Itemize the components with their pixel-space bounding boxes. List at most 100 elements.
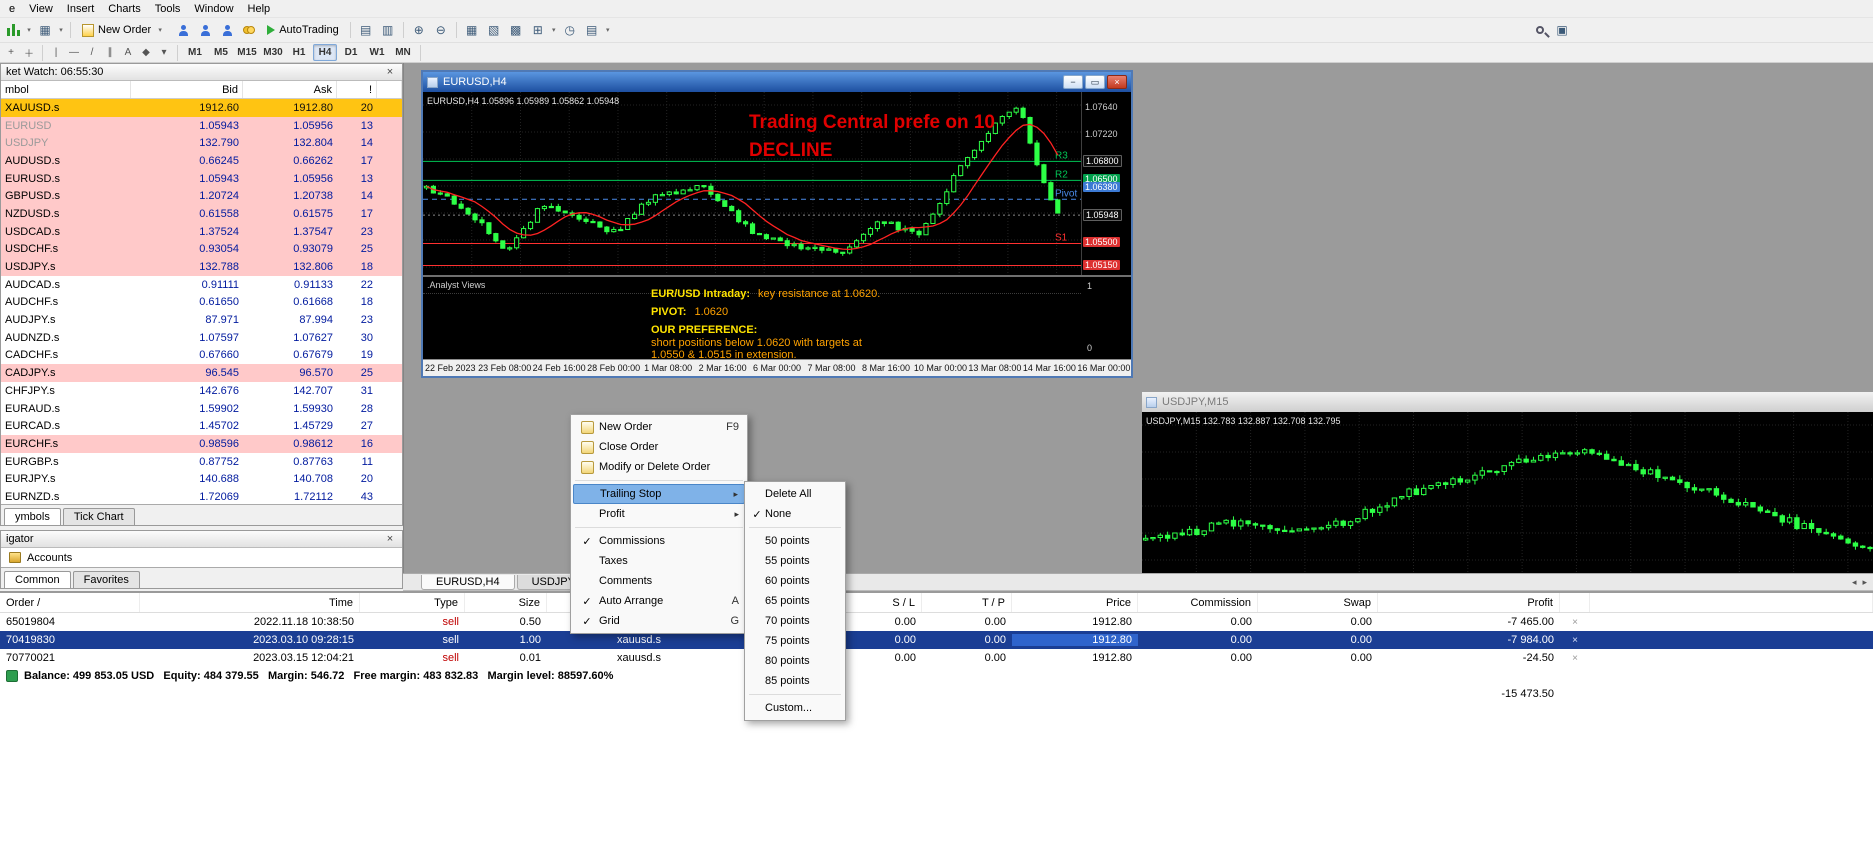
close-position-icon[interactable]: ×: [1560, 653, 1590, 664]
market-watch-col-bid[interactable]: Bid: [131, 81, 243, 98]
menu-view[interactable]: View: [22, 2, 60, 16]
menu-item-trailing-stop[interactable]: Trailing Stop▸: [573, 484, 745, 504]
menu-item-55-points[interactable]: 55 points: [747, 551, 843, 571]
signals-icon[interactable]: [216, 20, 238, 40]
close-position-icon[interactable]: ×: [1560, 617, 1590, 628]
timeframe-h4[interactable]: H4: [313, 44, 337, 61]
horizontal-line-icon[interactable]: —: [65, 45, 83, 61]
menu-help[interactable]: Help: [241, 2, 278, 16]
terminal-col-t-p[interactable]: T / P: [922, 593, 1012, 612]
menu-item-commissions[interactable]: ✓Commissions: [573, 531, 745, 551]
market-watch-row-eurchf-s[interactable]: EURCHF.s0.985960.9861216: [1, 435, 402, 453]
community-icon[interactable]: [194, 20, 216, 40]
time-axis[interactable]: 22 Feb 202323 Feb 08:0024 Feb 16:0028 Fe…: [423, 359, 1131, 376]
navigator-tab-common[interactable]: Common: [4, 571, 71, 588]
market-watch-row-eurjpy-s[interactable]: EURJPY.s140.688140.70820: [1, 470, 402, 488]
menu-item-delete-all[interactable]: Delete All: [747, 484, 843, 504]
trendline-icon[interactable]: /: [83, 45, 101, 61]
vertical-line-icon[interactable]: |: [47, 45, 65, 61]
eurusd-chart-area[interactable]: R3R2PivotS1 EURUSD,H4 1.05896 1.05989 1.…: [423, 92, 1131, 376]
new-chart-dropdown-icon[interactable]: ▾: [24, 20, 34, 40]
market-watch-row-nzdusd-s[interactable]: NZDUSD.s0.615580.6157517: [1, 205, 402, 223]
market-watch-row-usdchf-s[interactable]: USDCHF.s0.930540.9307925: [1, 241, 402, 259]
order-row-65019804[interactable]: 650198042022.11.18 10:38:50sell0.500.000…: [0, 613, 1873, 631]
menu-item-85-points[interactable]: 85 points: [747, 671, 843, 691]
timeframe-w1[interactable]: W1: [365, 44, 389, 61]
timeframe-h1[interactable]: H1: [287, 44, 311, 61]
market-watch-row-eurusd-s[interactable]: EURUSD.s1.059431.0595613: [1, 170, 402, 188]
menu-item-70-points[interactable]: 70 points: [747, 611, 843, 631]
market-watch-tab-tick-chart[interactable]: Tick Chart: [63, 508, 135, 525]
chart-grid-icon[interactable]: ⊞: [527, 20, 549, 40]
chart-window-usdjpy[interactable]: USDJPY,M15 USDJPY,M15 132.783 132.887 13…: [1140, 390, 1873, 573]
toolbox-panel-icon[interactable]: ▣: [1551, 20, 1573, 40]
templates-icon[interactable]: ▤: [581, 20, 603, 40]
timeframe-m1[interactable]: M1: [183, 44, 207, 61]
market-watch-col-item[interactable]: !: [337, 81, 377, 98]
channel-icon[interactable]: ∥: [101, 45, 119, 61]
candlestick-plot-usdjpy[interactable]: [1142, 412, 1873, 573]
terminal-col-time[interactable]: Time: [140, 593, 360, 612]
tab-scroll-left-icon[interactable]: ◂: [1852, 577, 1857, 588]
new-chart-icon[interactable]: [2, 20, 24, 40]
menu-tools[interactable]: Tools: [148, 2, 188, 16]
search-icon[interactable]: [1529, 20, 1551, 40]
history-center-icon[interactable]: ◷: [559, 20, 581, 40]
market-watch-row-audcad-s[interactable]: AUDCAD.s0.911110.9113322: [1, 276, 402, 294]
close-position-icon[interactable]: ×: [1560, 635, 1590, 646]
market-watch-row-usdjpy[interactable]: USDJPY132.790132.80414: [1, 134, 402, 152]
indicators-list-icon[interactable]: ▤: [355, 20, 377, 40]
zoom-out-icon[interactable]: ⊖: [430, 20, 452, 40]
order-row-70419830[interactable]: 704198302023.03.10 09:28:15sell1.00xauus…: [0, 631, 1873, 649]
balance-row[interactable]: Balance: 499 853.05 USD Equity: 484 379.…: [0, 667, 1873, 685]
menu-charts[interactable]: Charts: [101, 2, 147, 16]
menu-item-none[interactable]: ✓None: [747, 504, 843, 524]
profiles-icon[interactable]: ▦: [34, 20, 56, 40]
menu-insert[interactable]: Insert: [60, 2, 102, 16]
profiles-dropdown-icon[interactable]: ▾: [56, 20, 66, 40]
autotrading-button[interactable]: AutoTrading: [260, 20, 346, 41]
menu-window[interactable]: Window: [187, 2, 240, 16]
usdjpy-chart-area[interactable]: USDJPY,M15 132.783 132.887 132.708 132.7…: [1142, 412, 1873, 573]
shapes-icon[interactable]: ◆: [137, 45, 155, 61]
terminal-col-price[interactable]: Price: [1012, 593, 1138, 612]
market-watch-row-eurcad-s[interactable]: EURCAD.s1.457021.4572927: [1, 417, 402, 435]
market-watch-col-ask[interactable]: Ask: [243, 81, 337, 98]
coins-icon[interactable]: [238, 20, 260, 40]
market-watch-row-cadchf-s[interactable]: CADCHF.s0.676600.6767919: [1, 347, 402, 365]
market-watch-row-eurusd[interactable]: EURUSD1.059431.0595613: [1, 117, 402, 135]
close-button[interactable]: ×: [1107, 75, 1127, 89]
eurusd-titlebar[interactable]: EURUSD,H4 − ▭ ×: [423, 72, 1131, 92]
menu-item-new-order[interactable]: New OrderF9: [573, 417, 745, 437]
terminal-col-size[interactable]: Size: [465, 593, 547, 612]
close-icon[interactable]: ×: [383, 533, 397, 545]
crosshair-icon[interactable]: ＋: [20, 45, 38, 61]
close-icon[interactable]: ×: [383, 66, 397, 78]
text-label-icon[interactable]: A: [119, 45, 137, 61]
price-scale[interactable]: 1.076401.072201.068001.065001.063801.059…: [1082, 92, 1131, 275]
navigator-titlebar[interactable]: igator ×: [1, 531, 402, 548]
market-watch-row-eurgbp-s[interactable]: EURGBP.s0.877520.8776311: [1, 453, 402, 471]
menu-item-custom[interactable]: Custom...: [747, 698, 843, 718]
menu-item-60-points[interactable]: 60 points: [747, 571, 843, 591]
objects-list-icon[interactable]: ▥: [377, 20, 399, 40]
market-watch-row-gbpusd-s[interactable]: GBPUSD.s1.207241.2073814: [1, 187, 402, 205]
order-row-70770021[interactable]: 707700212023.03.15 12:04:21sell0.01xauus…: [0, 649, 1873, 667]
market-watch-row-eurnzd-s[interactable]: EURNZD.s1.720691.7211243: [1, 488, 402, 504]
market-watch-row-chfjpy-s[interactable]: CHFJPY.s142.676142.70731: [1, 382, 402, 400]
cursor-icon[interactable]: +: [2, 45, 20, 61]
navigator-tab-favorites[interactable]: Favorites: [73, 571, 140, 588]
chart-window-eurusd[interactable]: EURUSD,H4 − ▭ × R3R2PivotS1 EURUSD,H4 1.…: [421, 70, 1133, 378]
menu-item-65-points[interactable]: 65 points: [747, 591, 843, 611]
market-watch-row-cadjpy-s[interactable]: CADJPY.s96.54596.57025: [1, 364, 402, 382]
market-watch-row-audusd-s[interactable]: AUDUSD.s0.662450.6626217: [1, 152, 402, 170]
tile-windows-icon[interactable]: ▦: [461, 20, 483, 40]
templates-dropdown-icon[interactable]: ▾: [603, 20, 613, 40]
terminal-col-commission[interactable]: Commission: [1138, 593, 1258, 612]
timeframe-d1[interactable]: D1: [339, 44, 363, 61]
market-watch-row-xauusd-s[interactable]: XAUUSD.s1912.601912.8020: [1, 99, 402, 117]
restore-button[interactable]: ▭: [1085, 75, 1105, 89]
chart-tab-eurusd-h4[interactable]: EURUSD,H4: [421, 575, 515, 590]
zoom-in-icon[interactable]: ⊕: [408, 20, 430, 40]
market-watch-row-usdjpy-s[interactable]: USDJPY.s132.788132.80618: [1, 258, 402, 276]
